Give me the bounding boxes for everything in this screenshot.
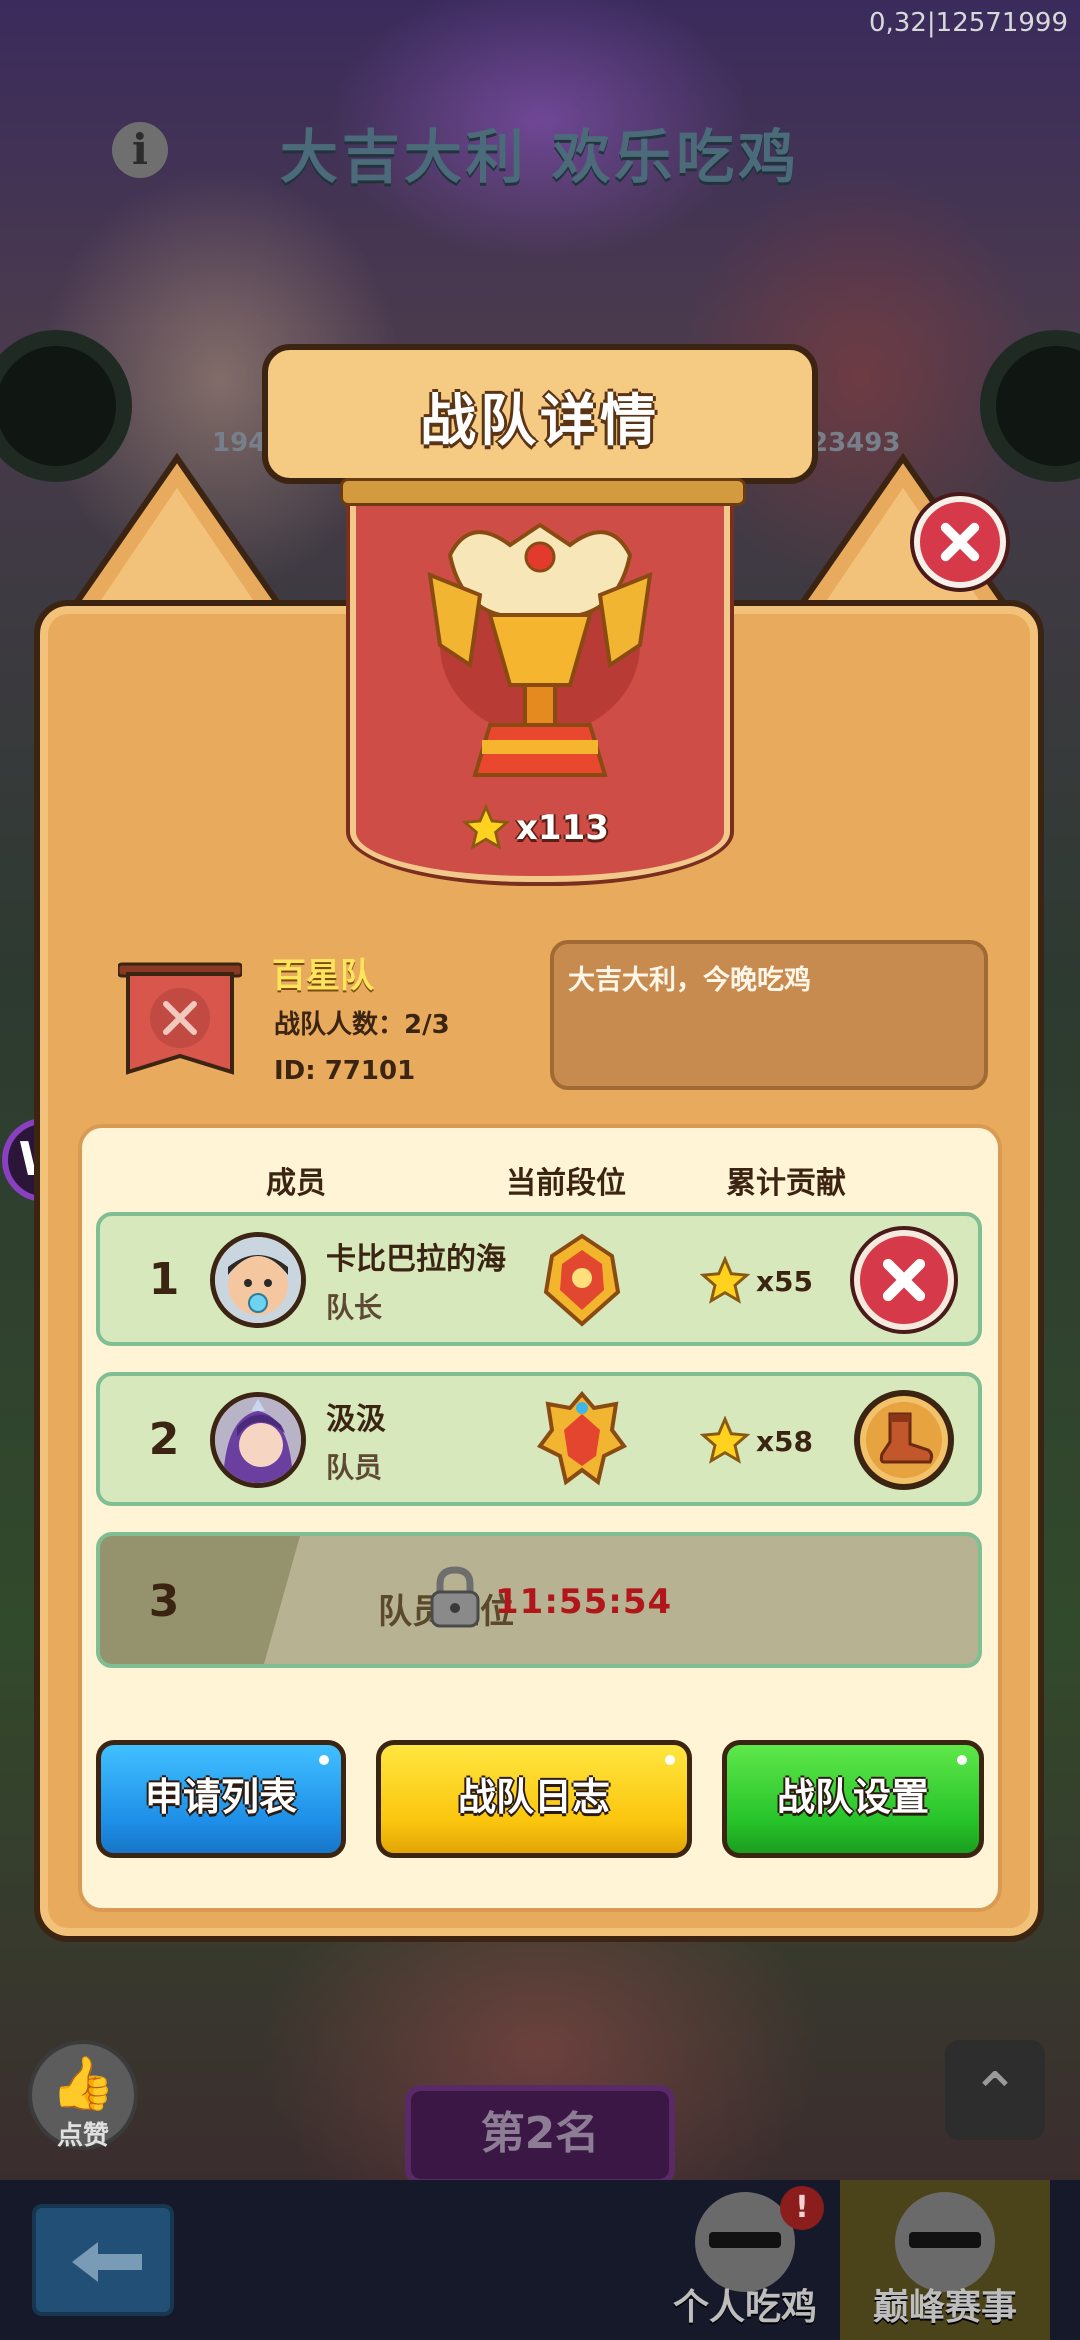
tab-peak[interactable]: 巅峰赛事 (840, 2180, 1050, 2340)
member-contribution: x55 (700, 1256, 813, 1306)
captain-avatar-icon (215, 1237, 301, 1323)
remove-member-button[interactable] (854, 1230, 954, 1330)
team-settings-button[interactable]: 战队设置 (722, 1740, 984, 1858)
like-label: 点赞 (56, 2121, 109, 2151)
star-icon (700, 1416, 750, 1464)
scroll-up-button[interactable]: ⌃ (945, 2040, 1045, 2140)
member-index: 3 (148, 1576, 180, 1627)
star-icon (700, 1256, 750, 1304)
member-role: 队长 (326, 1291, 383, 1324)
member-index: 2 (148, 1414, 180, 1465)
back-button[interactable] (32, 2204, 174, 2316)
thumbs-up-icon: 👍 (50, 2054, 116, 2114)
like-button[interactable]: 👍 点赞 (28, 2040, 138, 2151)
column-header-contribution: 累计贡献 (726, 1166, 846, 1201)
team-log-label: 战队日志 (457, 1775, 610, 1819)
boot-icon (879, 1412, 934, 1464)
debug-id-text: 0,32|12571999 (869, 8, 1068, 38)
contribution-value: x58 (756, 1424, 814, 1458)
member-contribution: x58 (700, 1416, 813, 1466)
info-icon[interactable]: i (112, 122, 168, 178)
column-header-member: 成员 (266, 1166, 326, 1201)
team-name: 百星队 (272, 956, 374, 996)
apply-list-label: 申请列表 (144, 1775, 297, 1819)
tab-peak-label: 巅峰赛事 (872, 2287, 1017, 2328)
close-button[interactable] (914, 496, 1006, 588)
contribution-value: x55 (756, 1264, 814, 1298)
team-member-count: 战队人数：2/3 (274, 1010, 450, 1040)
locked-slot-shade (100, 1536, 300, 1664)
dragon-trophy-icon (427, 522, 653, 777)
close-icon (940, 522, 980, 562)
member-name: 汲汲 (326, 1402, 386, 1437)
avatar[interactable] (210, 1392, 306, 1488)
member-name: 卡比巴拉的海 (326, 1242, 506, 1277)
unlock-timer: 11:55:54 (495, 1582, 673, 1622)
trophy-star-count: x113 (462, 800, 622, 856)
team-id: ID: 77101 (274, 1056, 416, 1086)
trophy-star-value: x113 (516, 808, 609, 848)
star-icon (462, 804, 510, 850)
team-flag-icon (118, 962, 242, 1075)
event-title: 大吉大利 欢乐吃鸡 (279, 123, 801, 191)
team-log-button[interactable]: 战队日志 (376, 1740, 692, 1858)
dialog-title: 战队详情 (420, 389, 660, 454)
member-avatar-icon (215, 1397, 301, 1483)
character-face-icon (895, 2192, 995, 2292)
avatar[interactable] (210, 1232, 306, 1328)
lock-icon (430, 1566, 480, 1628)
column-header-rank: 当前段位 (506, 1166, 626, 1201)
member-index: 1 (148, 1254, 180, 1305)
close-icon (882, 1258, 926, 1302)
rank-label: 第2名 (405, 2085, 675, 2185)
arrow-left-icon (72, 2242, 142, 2282)
tab-personal-label: 个人吃鸡 (672, 2287, 817, 2328)
team-motto-text: 大吉大利，今晚吃鸡 (568, 965, 811, 996)
rank-gold-icon (543, 1233, 621, 1327)
alert-badge: ! (780, 2186, 824, 2230)
team-settings-label: 战队设置 (776, 1775, 929, 1819)
apply-list-button[interactable]: 申请列表 (96, 1740, 346, 1858)
rank-dragon-icon (536, 1390, 628, 1486)
member-role: 队员 (326, 1451, 383, 1484)
kick-member-button[interactable] (854, 1390, 954, 1490)
